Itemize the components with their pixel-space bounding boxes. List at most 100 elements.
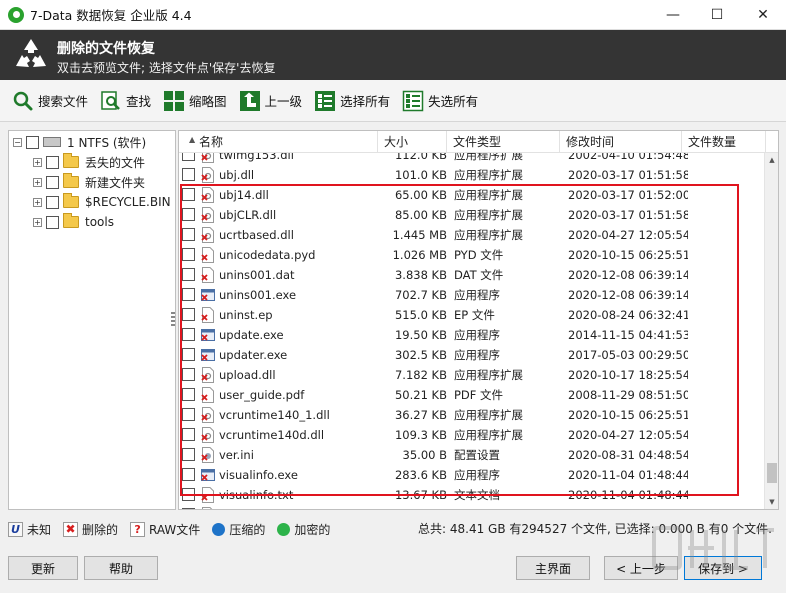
tree-root[interactable]: − 1 NTFS (软件) bbox=[13, 132, 146, 152]
file-modified-date: 2020-03-17 01:51:58 bbox=[568, 208, 688, 222]
file-file-deleted-icon bbox=[201, 307, 214, 323]
file-size: 36.27 KB bbox=[394, 408, 447, 422]
maximize-button[interactable]: ☐ bbox=[694, 0, 740, 30]
expand-icon[interactable]: + bbox=[33, 157, 42, 167]
file-row[interactable]: ubj.dll 101.0 KB 应用程序扩展 2020-03-17 01:51:58 bbox=[179, 165, 765, 185]
file-row[interactable]: ubj14.dll 65.00 KB 应用程序扩展 2020-03-17 01:52:… bbox=[179, 185, 765, 205]
file-name: update.exe bbox=[219, 328, 284, 342]
page-subtitle: 双击去预览文件; 选择文件点'保存'去恢复 bbox=[57, 61, 276, 75]
file-modified-date: 2020-03-17 01:52:00 bbox=[568, 188, 688, 202]
file-row[interactable]: ver.ini 35.00 B 配置设置 2020-08-31 04:48:54 bbox=[179, 445, 765, 465]
tree-item-checkbox[interactable] bbox=[46, 215, 59, 229]
expand-icon[interactable]: + bbox=[33, 197, 42, 207]
file-row-checkbox[interactable] bbox=[182, 488, 195, 501]
expand-icon[interactable]: + bbox=[33, 177, 42, 187]
file-size: 515.0 KB bbox=[394, 308, 447, 322]
tree-item-checkbox[interactable] bbox=[46, 195, 59, 209]
file-row[interactable]: unicodedata.pyd 1.026 MB PYD 文件 2020-10-15 … bbox=[179, 245, 765, 265]
tree-item-checkbox[interactable] bbox=[46, 175, 59, 189]
file-row-checkbox[interactable] bbox=[182, 328, 195, 341]
collapse-icon[interactable]: − bbox=[13, 137, 22, 147]
file-row[interactable]: twimg153.dll 112.0 KB 应用程序扩展 2002-04-10 01:… bbox=[179, 153, 765, 165]
tree-item-recycle-bin[interactable]: + $RECYCLE.BIN bbox=[33, 192, 171, 212]
scroll-down-icon[interactable]: ▼ bbox=[765, 495, 778, 509]
file-name: ubj14.dll bbox=[219, 188, 269, 202]
file-row-checkbox[interactable] bbox=[182, 188, 195, 201]
tree-root-checkbox[interactable] bbox=[26, 135, 39, 149]
file-row-checkbox[interactable] bbox=[182, 388, 195, 401]
search-files-button[interactable]: 搜索文件 bbox=[12, 90, 88, 112]
file-row-checkbox[interactable] bbox=[182, 368, 195, 381]
tree-item-tools[interactable]: + tools bbox=[33, 212, 114, 232]
column-header-date[interactable]: 修改时间 bbox=[560, 131, 682, 153]
select-all-button[interactable]: 选择所有 bbox=[314, 90, 390, 112]
file-row-checkbox[interactable] bbox=[182, 268, 195, 281]
file-row[interactable]: visualinfo.txt 13.67 KB 文本文档 2020-11-04 01:… bbox=[179, 485, 765, 505]
column-header-size[interactable]: 大小 bbox=[378, 131, 447, 153]
vertical-scrollbar[interactable]: ▲ ▼ bbox=[764, 153, 778, 509]
expand-icon[interactable]: + bbox=[33, 217, 42, 227]
splitter-handle[interactable] bbox=[171, 312, 175, 328]
up-level-icon bbox=[239, 90, 261, 112]
tree-item-new-folder[interactable]: + 新建文件夹 bbox=[33, 172, 145, 192]
encrypted-icon bbox=[277, 522, 291, 536]
scroll-up-icon[interactable]: ▲ bbox=[765, 153, 778, 167]
file-size: 35.00 B bbox=[402, 448, 447, 462]
file-row[interactable]: unins001.dat 3.838 KB DAT 文件 2020-12-08 06:… bbox=[179, 265, 765, 285]
find-button[interactable]: 查找 bbox=[100, 90, 151, 112]
file-row[interactable]: upload.dll 7.182 KB 应用程序扩展 2020-10-17 18:25… bbox=[179, 365, 765, 385]
column-header-name[interactable]: ▲ 名称 bbox=[179, 131, 378, 153]
file-row[interactable]: visualinfo.exe 283.6 KB 应用程序 2020-11-04 01:… bbox=[179, 465, 765, 485]
column-header-type[interactable]: 文件类型 bbox=[447, 131, 560, 153]
exe-file-deleted-icon bbox=[201, 349, 215, 361]
tree-item-checkbox[interactable] bbox=[46, 155, 59, 169]
file-row-checkbox[interactable] bbox=[182, 168, 195, 181]
recycle-icon bbox=[16, 39, 46, 67]
file-name: vcruntime140_1.dll bbox=[219, 408, 330, 422]
file-row[interactable]: updater.exe 302.5 KB 应用程序 2017-05-03 00:29:… bbox=[179, 345, 765, 365]
file-row[interactable]: uninst.ep 515.0 KB EP 文件 2020-08-24 06:32:4… bbox=[179, 305, 765, 325]
file-row[interactable]: vcruntime140d.dll 109.3 KB 应用程序扩展 2020-04-2… bbox=[179, 425, 765, 445]
file-row-checkbox[interactable] bbox=[182, 153, 195, 161]
file-row[interactable]: ucrtbased.dll 1.445 MB 应用程序扩展 2020-04-27 12… bbox=[179, 225, 765, 245]
file-row[interactable]: user_guide.pdf 50.21 KB PDF 文件 2008-11-29 0… bbox=[179, 385, 765, 405]
refresh-button[interactable]: 更新 bbox=[8, 556, 78, 580]
file-row-checkbox[interactable] bbox=[182, 208, 195, 221]
file-row-checkbox[interactable] bbox=[182, 468, 195, 481]
file-size: 109.3 KB bbox=[394, 428, 447, 442]
folder-icon bbox=[63, 213, 79, 228]
file-row-checkbox[interactable] bbox=[182, 248, 195, 261]
file-row-checkbox[interactable] bbox=[182, 308, 195, 321]
minimize-button[interactable]: — bbox=[650, 0, 696, 30]
file-type: 应用程序扩展 bbox=[454, 228, 523, 242]
scrollbar-thumb[interactable] bbox=[767, 463, 777, 483]
file-row[interactable]: vpn_client.config 1.172 KB CONFIG 文件 2020-1… bbox=[179, 505, 765, 509]
main-menu-button[interactable]: 主界面 bbox=[516, 556, 590, 580]
file-type: 应用程序 bbox=[454, 288, 500, 302]
deselect-all-button[interactable]: 失选所有 bbox=[402, 90, 478, 112]
file-row-checkbox[interactable] bbox=[182, 408, 195, 421]
file-row[interactable]: ubjCLR.dll 85.00 KB 应用程序扩展 2020-03-17 01:51… bbox=[179, 205, 765, 225]
file-row-checkbox[interactable] bbox=[182, 428, 195, 441]
file-row-checkbox[interactable] bbox=[182, 228, 195, 241]
file-row-checkbox[interactable] bbox=[182, 448, 195, 461]
file-modified-date: 2020-04-27 12:05:54 bbox=[568, 428, 688, 442]
file-row[interactable]: vcruntime140_1.dll 36.27 KB 应用程序扩展 2020-10-… bbox=[179, 405, 765, 425]
unknown-icon: U bbox=[8, 521, 23, 537]
help-button[interactable]: 帮助 bbox=[84, 556, 158, 580]
file-row-checkbox[interactable] bbox=[182, 508, 195, 509]
close-button[interactable]: ✕ bbox=[740, 0, 786, 30]
column-header-count[interactable]: 文件数量 bbox=[682, 131, 766, 153]
up-level-button[interactable]: 上一级 bbox=[239, 90, 302, 112]
file-row-checkbox[interactable] bbox=[182, 288, 195, 301]
file-size: 702.7 KB bbox=[394, 288, 447, 302]
dll-file-deleted-icon bbox=[201, 427, 214, 443]
file-row[interactable]: unins001.exe 702.7 KB 应用程序 2020-12-08 06:39… bbox=[179, 285, 765, 305]
file-list: ▲ 名称 大小 文件类型 修改时间 文件数量 twimg153.dll 112.0… bbox=[178, 130, 779, 510]
thumbnail-button[interactable]: 缩略图 bbox=[163, 90, 227, 112]
tree-item-lost-files[interactable]: + 丢失的文件 bbox=[33, 152, 145, 172]
file-row[interactable]: update.exe 19.50 KB 应用程序 2014-11-15 04:41:5… bbox=[179, 325, 765, 345]
file-size: 65.00 KB bbox=[394, 188, 447, 202]
file-name: visualinfo.txt bbox=[219, 488, 294, 502]
file-row-checkbox[interactable] bbox=[182, 348, 195, 361]
